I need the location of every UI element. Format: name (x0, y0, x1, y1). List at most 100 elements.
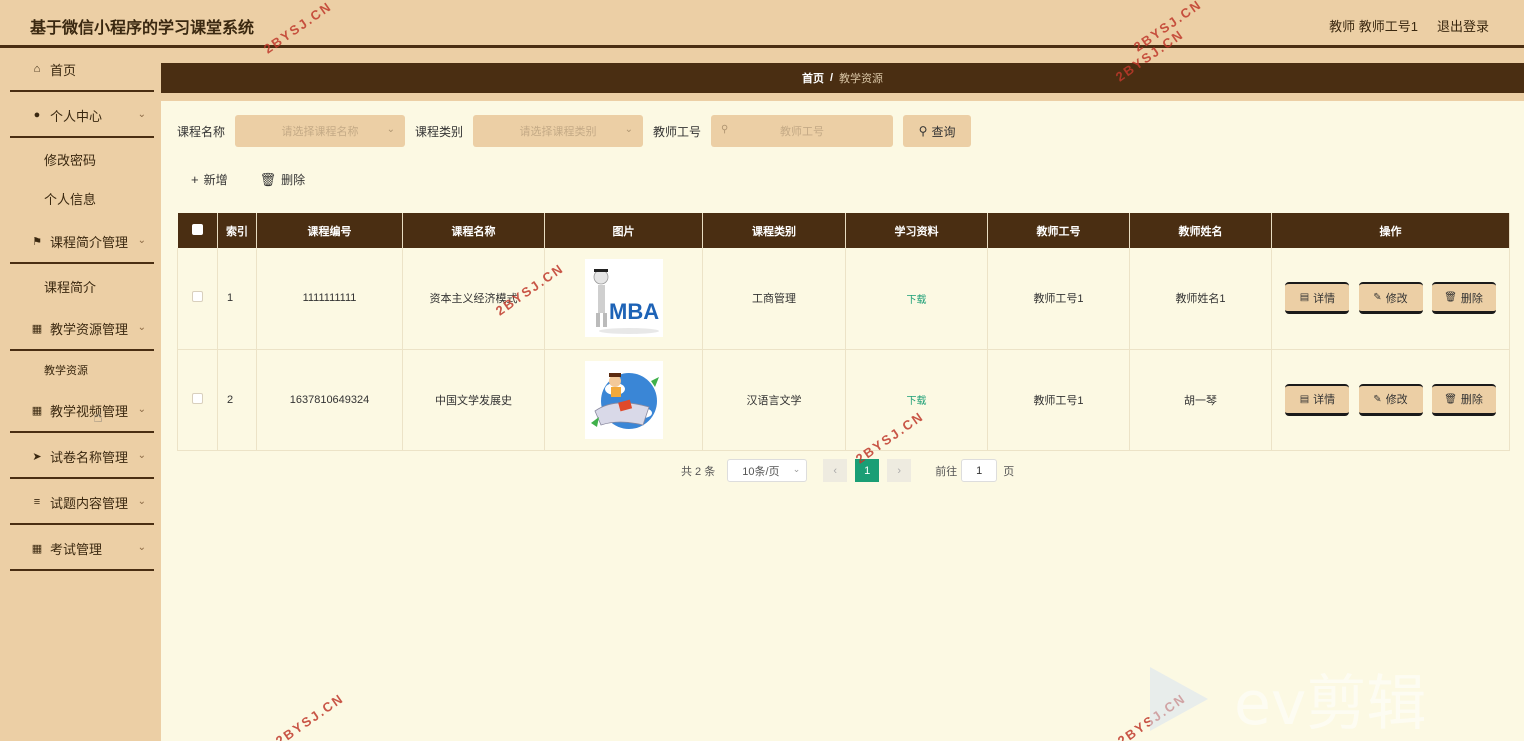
page-size-select[interactable]: 10条/页 ⌄ (727, 459, 808, 482)
image-cell (544, 349, 703, 451)
download-link[interactable]: 下载 (907, 396, 927, 407)
trash-icon: 🗑 (259, 171, 277, 187)
sidebar-subitem-change-password[interactable]: 修改密码 (10, 140, 154, 178)
course-name-label: 课程名称 (177, 124, 226, 139)
table-row: 2 1637810649324 中国文学发展史 汉语言文学 下载 教师工号1 胡… (177, 349, 1510, 451)
sidebar-subitem-label: 修改密码 (44, 152, 97, 168)
chevron-down-icon: ⌄ (137, 235, 146, 246)
sidebar-item-course-intro[interactable]: ⚑ 课程简介管理 ⌄ (10, 220, 154, 264)
row-checkbox[interactable] (192, 392, 203, 404)
delete-button[interactable]: 🗑 删除 (1431, 383, 1496, 416)
play-icon (1150, 666, 1208, 731)
row-select-cell[interactable] (177, 248, 218, 350)
document-icon: ▤ (1299, 393, 1310, 405)
sidebar-item-question-content[interactable]: ≡ 试题内容管理 ⌄ (10, 481, 154, 525)
literature-image (584, 360, 663, 439)
detail-button[interactable]: ▤ 详情 (1285, 383, 1350, 416)
breadcrumb-home[interactable]: 首页 (802, 70, 824, 86)
edit-button[interactable]: ✎ 修改 (1358, 383, 1423, 416)
search-icon: ⚲ (918, 124, 928, 138)
table-row: 1 1111111111 资本主义经济模式 MBA 工商管理 下载 教师工号1 … (177, 248, 1510, 350)
teacher-id-input[interactable]: ⚲ 教师工号 (711, 115, 894, 147)
teacher-name-cell: 胡一琴 (1129, 349, 1272, 451)
sidebar-item-exam[interactable]: ▦ 考试管理 ⌄ (10, 527, 154, 571)
query-button-label: 查询 (931, 124, 956, 139)
chevron-down-icon: ⌄ (137, 404, 146, 415)
edit-label: 修改 (1385, 292, 1408, 305)
delete-label: 删除 (1460, 394, 1483, 406)
column-header: 课程类别 (702, 213, 846, 248)
chevron-down-icon: ⌄ (137, 109, 146, 120)
teacher-name-cell: 教师姓名1 (1129, 248, 1272, 350)
next-page-button[interactable]: › (887, 459, 912, 482)
logout-link[interactable]: 退出登录 (1437, 16, 1489, 35)
delete-button-label: 删除 (281, 173, 306, 187)
add-button[interactable]: + 新增 (191, 171, 228, 188)
row-checkbox[interactable] (192, 291, 203, 303)
sidebar-item-label: 试题内容管理 (50, 495, 129, 511)
course-type-label: 课程类别 (415, 124, 464, 139)
teacher-id-cell: 教师工号1 (987, 349, 1130, 451)
query-button[interactable]: ⚲ 查询 (903, 115, 972, 147)
detail-button[interactable]: ▤ 详情 (1285, 282, 1350, 315)
column-header: 教师姓名 (1129, 213, 1272, 248)
total-count: 共 2 条 (681, 465, 716, 478)
operations-cell: ▤ 详情 ✎ 修改 🗑 删除 (1271, 349, 1510, 451)
table-header-row: 索引 课程编号 课程名称 图片 课程类别 学习资料 教师工号 教师姓名 操作 (177, 213, 1510, 248)
teacher-id-label: 教师工号 (653, 124, 702, 139)
download-link[interactable]: 下载 (907, 295, 927, 306)
resource-table: 索引 课程编号 课程名称 图片 课程类别 学习资料 教师工号 教师姓名 操作 1… (177, 213, 1510, 451)
sidebar-item-teaching-video[interactable]: ▦ 教学视频管理 ⌄ (10, 389, 154, 433)
prev-page-button[interactable]: ‹ (823, 459, 848, 482)
row-select-cell[interactable] (177, 349, 218, 451)
batch-delete-button[interactable]: 🗑 删除 (260, 171, 306, 188)
column-header: 学习资料 (845, 213, 988, 248)
course-name-select[interactable]: 请选择课程名称 ⌄ (235, 115, 406, 147)
user-icon: ● (33, 109, 41, 121)
sidebar-item-teaching-resources[interactable]: ▦ 教学资源管理 ⌄ (10, 307, 154, 351)
goto-label: 前往 (935, 465, 958, 478)
detail-label: 详情 (1313, 292, 1336, 305)
edit-button[interactable]: ✎ 修改 (1358, 282, 1423, 315)
delete-label: 删除 (1460, 292, 1483, 305)
delete-button[interactable]: 🗑 删除 (1431, 282, 1496, 315)
search-form: 课程名称 请选择课程名称 ⌄ 课程类别 请选择课程类别 ⌄ 教师工号 ⚲ 教师工… (177, 115, 972, 147)
app-title: 基于微信小程序的学习课堂系统 (30, 20, 255, 37)
sidebar-subitem-label: 课程简介 (44, 279, 97, 295)
select-all-cell[interactable] (177, 213, 218, 248)
send-icon: ➤ (32, 450, 42, 463)
sidebar-subitem-label: 教学资源 (44, 365, 88, 377)
course-code-cell: 1637810649324 (256, 349, 403, 451)
chevron-down-icon: ⌄ (386, 124, 396, 135)
sidebar-item-label: 个人中心 (50, 108, 103, 124)
mba-image: MBA (584, 259, 663, 338)
sidebar-item-exam-paper[interactable]: ➤ 试卷名称管理 ⌄ (10, 435, 154, 479)
main-content: 首页 / 教学资源 课程名称 请选择课程名称 ⌄ 课程类别 请选择课程类别 ⌄ … (161, 48, 1524, 741)
teacher-id-cell: 教师工号1 (987, 248, 1130, 350)
chevron-down-icon: ⌄ (792, 464, 801, 474)
sidebar-item-home[interactable]: ⌂ 首页 (10, 48, 154, 92)
goto-page-input[interactable]: 1 (961, 459, 998, 482)
chevron-down-icon: ⌄ (137, 450, 146, 461)
sidebar-subitem-teaching-resource[interactable]: 教学资源 (10, 351, 154, 389)
chevron-down-icon: ⌄ (624, 124, 634, 135)
sidebar-item-personal-center[interactable]: ● 个人中心 ⌄ (10, 94, 154, 138)
page-suffix: 页 (1003, 465, 1015, 478)
course-type-select[interactable]: 请选择课程类别 ⌄ (473, 115, 644, 147)
trash-icon: 🗑 (1444, 292, 1457, 304)
index-cell: 1 (217, 248, 257, 350)
sidebar-item-label: 教学视频管理 (50, 403, 129, 419)
column-header: 课程编号 (256, 213, 403, 248)
add-button-label: 新增 (203, 173, 228, 187)
sidebar-subitem-personal-info[interactable]: 个人信息 (10, 179, 154, 217)
course-name-cell: 中国文学发展史 (402, 349, 545, 451)
breadcrumb-separator: / (829, 72, 834, 84)
column-header: 教师工号 (987, 213, 1130, 248)
column-header: 索引 (217, 213, 257, 248)
select-all-checkbox[interactable] (191, 223, 203, 235)
breadcrumb: 首页 / 教学资源 (161, 63, 1524, 93)
sidebar-subitem-course-intro[interactable]: 课程简介 (10, 267, 154, 305)
operations-cell: ▤ 详情 ✎ 修改 🗑 删除 (1271, 248, 1510, 350)
sidebar-item-label: 课程简介管理 (50, 234, 129, 250)
course-code-cell: 1111111111 (256, 248, 403, 350)
